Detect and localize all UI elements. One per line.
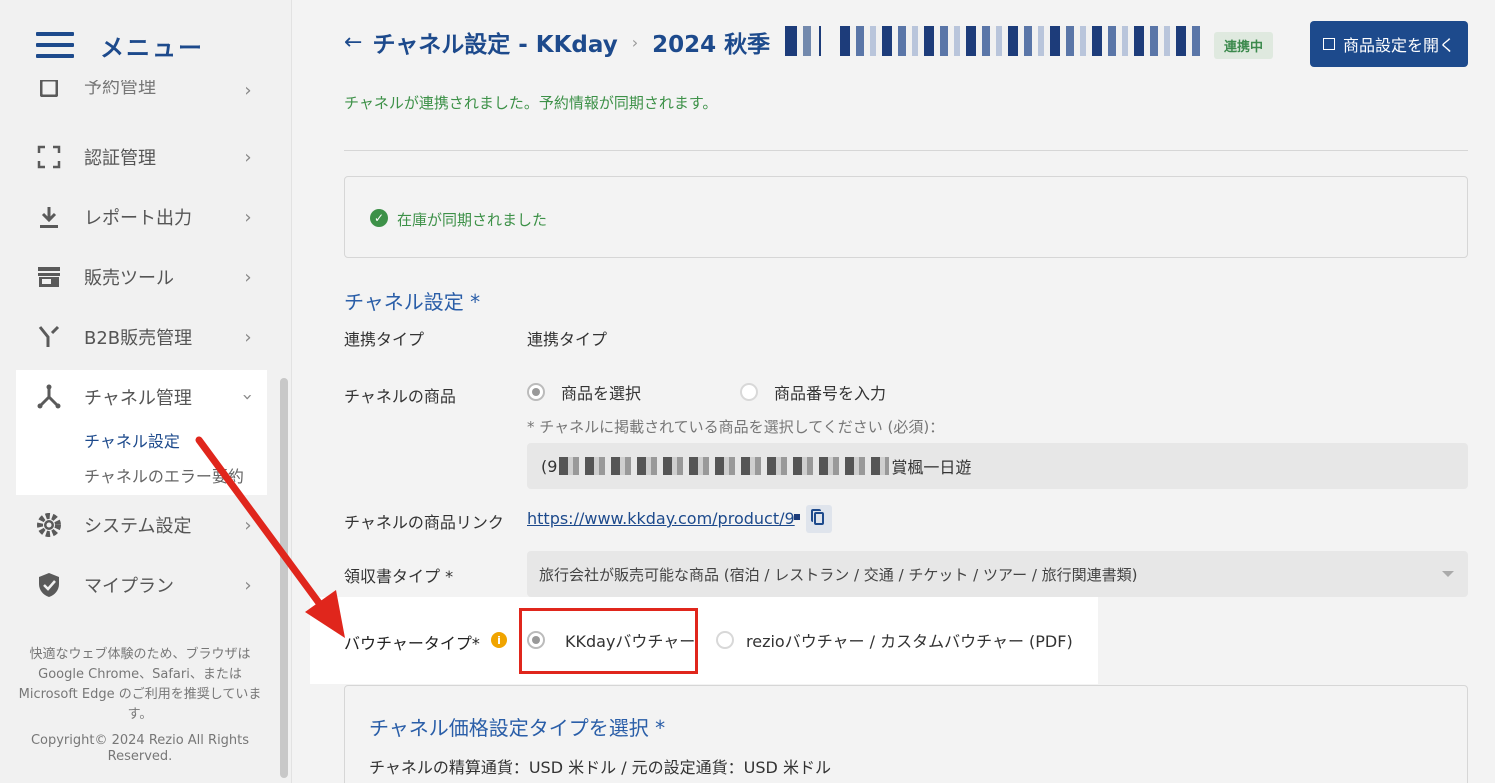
product-link[interactable]: https://www.kkday.com/product/9 <box>527 509 795 528</box>
chevron-right-icon: › <box>244 146 252 168</box>
annotation-highlight-rect <box>519 608 698 674</box>
sidebar-item-my-plan[interactable]: マイプラン › <box>36 565 262 605</box>
sidebar-item-label: マイプラン <box>84 576 174 597</box>
sidebar-item-system-settings[interactable]: システム設定 › <box>36 505 262 545</box>
copyright-text: Copyright© 2024 Rezio All Rights Reserve… <box>30 733 250 764</box>
back-arrow-icon[interactable]: ← <box>344 30 362 55</box>
receipt-type-select[interactable]: 旅行会社が販売可能な商品 (宿泊 / レストラン / 交通 / チケット / ツ… <box>527 551 1468 597</box>
sidebar-item-label: B2B販売管理 <box>84 328 193 349</box>
radio-label: 商品を選択 <box>561 384 642 403</box>
copy-icon[interactable] <box>806 505 832 533</box>
sidebar-item-reservations[interactable]: 予約管理 › <box>36 80 262 110</box>
menu-title: メニュー <box>100 33 204 62</box>
sidebar-item-label: 予約管理 <box>84 80 156 98</box>
sidebar-subitem-channel-settings[interactable]: チャネル設定 <box>84 428 180 452</box>
redacted-title-part <box>840 26 1200 56</box>
sidebar-subitem-channel-errors[interactable]: チャネルのエラー要約 <box>84 463 244 487</box>
sidebar-item-sales-tools[interactable]: 販売ツール › <box>36 257 262 297</box>
product-select-prefix: (9 <box>541 456 558 476</box>
redacted-title-part <box>785 26 821 56</box>
radio-rezio-voucher[interactable]: rezioバウチャー / カスタムバウチャー (PDF) <box>716 628 1073 652</box>
check-circle-icon: ✓ <box>370 209 388 227</box>
success-message: チャネルが連携されました。予約情報が同期されます。 <box>344 94 718 112</box>
browser-recommendation-note: 快適なウェブ体験のため、ブラウザは Google Chrome、Safari、ま… <box>18 647 262 722</box>
menu-header: メニュー <box>36 28 204 62</box>
product-hint: * チャネルに掲載されている商品を選択してください (必須)： <box>527 418 945 436</box>
radio-button[interactable] <box>740 383 758 401</box>
chevron-right-icon: › <box>244 326 252 348</box>
chevron-down-icon: › <box>237 393 259 401</box>
radio-enter-product-number[interactable]: 商品番号を入力 <box>740 380 886 404</box>
price-currency-note: チャネルの精算通貨：USD 米ドル / 元の設定通貨：USD 米ドル <box>369 758 831 777</box>
sync-message: 在庫が同期されました <box>397 211 548 229</box>
product-title: 2024 秋季 <box>652 32 771 58</box>
receipt-type-label: 領収書タイプ * <box>344 567 454 586</box>
channel-product-label: チャネルの商品 <box>344 387 456 406</box>
chevron-right-icon: › <box>244 80 252 101</box>
sidebar-item-channel[interactable]: チャネル管理 › <box>36 377 262 417</box>
merge-icon <box>36 324 62 350</box>
receipt-type-value: 旅行会社が販売可能な商品 (宿泊 / レストラン / 交通 / チケット / ツ… <box>539 565 1138 584</box>
sidebar-item-auth[interactable]: 認証管理 › <box>36 137 262 177</box>
main-content: ← チャネル設定 - KKday › 2024 秋季 連携中 商品設定を開く チ… <box>310 0 1495 783</box>
price-setting-box: チャネル価格設定タイプを選択 * チャネルの精算通貨：USD 米ドル / 元の設… <box>344 685 1468 783</box>
product-link-label: チャネルの商品リンク <box>344 513 504 532</box>
breadcrumb-separator-icon: › <box>631 32 639 52</box>
voucher-type-label: バウチャータイプ* <box>344 634 480 653</box>
page-title: チャネル設定 - KKday <box>372 32 618 58</box>
chevron-right-icon: › <box>244 206 252 228</box>
sidebar-item-b2b[interactable]: B2B販売管理 › <box>36 317 262 357</box>
chevron-right-icon: › <box>244 266 252 288</box>
sidebar: メニュー 予約管理 › 認証管理 › レポート出力 › 販売ツール › B2B販… <box>0 0 292 783</box>
redacted-link-part <box>794 514 800 520</box>
product-select[interactable]: (9 賞楓一日遊 <box>527 443 1468 489</box>
sidebar-item-report[interactable]: レポート出力 › <box>36 197 262 237</box>
sidebar-item-label: チャネル管理 <box>84 388 192 409</box>
calendar-icon <box>36 80 62 100</box>
shield-icon <box>36 572 62 598</box>
channel-icon <box>36 384 62 410</box>
divider <box>344 150 1468 151</box>
scan-icon <box>36 144 62 170</box>
sidebar-item-label: レポート出力 <box>84 208 192 229</box>
open-product-settings-label: 商品設定を開く <box>1342 36 1455 55</box>
radio-button[interactable] <box>716 631 734 649</box>
store-icon <box>36 264 62 290</box>
chevron-right-icon: › <box>244 574 252 596</box>
redacted-product-name <box>559 457 890 475</box>
chevron-right-icon: › <box>244 514 252 536</box>
dropdown-caret-icon <box>1442 571 1454 577</box>
page-title-row: ← チャネル設定 - KKday › 2024 秋季 <box>344 22 770 62</box>
sidebar-item-label: 販売ツール <box>84 268 174 289</box>
radio-button[interactable] <box>527 383 545 401</box>
radio-label: rezioバウチャー / カスタムバウチャー (PDF) <box>746 632 1073 651</box>
price-section-title: チャネル価格設定タイプを選択 * <box>369 716 666 740</box>
info-icon[interactable]: i <box>491 632 507 648</box>
section-title: チャネル設定 * <box>344 290 481 314</box>
product-select-suffix: 賞楓一日遊 <box>891 458 972 477</box>
sidebar-item-label: システム設定 <box>84 516 192 537</box>
hamburger-menu-icon[interactable] <box>36 32 74 58</box>
link-type-value: 連携タイプ <box>527 330 608 349</box>
sync-status-box: ✓ 在庫が同期されました <box>344 176 1468 258</box>
open-product-settings-button[interactable]: 商品設定を開く <box>1310 21 1468 67</box>
link-type-label: 連携タイプ <box>344 330 425 349</box>
external-link-icon <box>1322 38 1335 50</box>
download-icon <box>36 204 62 230</box>
gear-icon <box>36 512 62 538</box>
radio-label: 商品番号を入力 <box>774 384 887 403</box>
sidebar-item-label: 認証管理 <box>84 148 156 169</box>
status-badge: 連携中 <box>1214 32 1274 59</box>
radio-select-product[interactable]: 商品を選択 <box>527 380 641 404</box>
sidebar-scrollbar[interactable] <box>280 378 288 778</box>
